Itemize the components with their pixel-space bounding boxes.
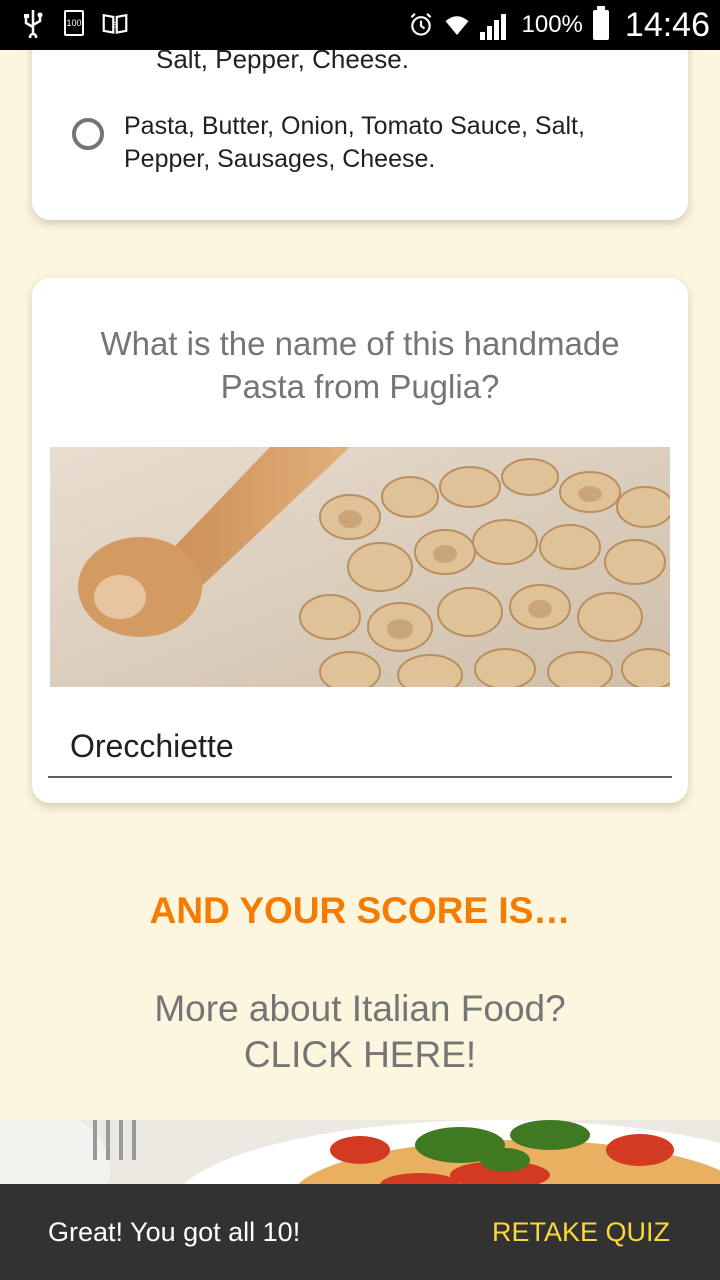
alarm-icon <box>408 10 434 40</box>
question-card: What is the name of this handmade Pasta … <box>32 278 688 803</box>
answer-value[interactable]: Orecchiette <box>70 728 234 765</box>
previous-question-card: Salt, Pepper, Cheese. Pasta, Butter, Oni… <box>32 20 688 220</box>
orecchiette-pasta-image <box>50 447 670 687</box>
snackbar-message: Great! You got all 10! <box>48 1217 301 1247</box>
battery-icon <box>592 6 609 40</box>
clock: 14:46 <box>624 5 710 44</box>
question-text: What is the name of this handmade Pasta … <box>100 325 620 405</box>
more-about-link-line1[interactable]: More about Italian Food? <box>0 986 720 1032</box>
radio-button[interactable] <box>72 118 104 150</box>
usb-icon <box>20 8 46 38</box>
status-bar: 100 a 100% 14:46 <box>0 0 720 50</box>
amazon-books-icon: a <box>102 8 128 38</box>
wifi-icon <box>444 10 470 40</box>
answer-input[interactable]: Orecchiette <box>48 708 672 778</box>
retake-quiz-button[interactable]: RETAKE QUIZ <box>492 1217 670 1248</box>
score-heading: AND YOUR SCORE IS… <box>149 890 571 931</box>
signal-icon <box>479 10 512 40</box>
more-about-link[interactable]: More about Italian Food? CLICK HERE! <box>0 986 720 1078</box>
battery-percent: 100% <box>521 11 583 38</box>
option-label: Pasta, Butter, Onion, Tomato Sauce, Salt… <box>124 112 585 173</box>
answer-option[interactable]: Pasta, Butter, Onion, Tomato Sauce, Salt… <box>72 110 664 176</box>
more-about-link-line2[interactable]: CLICK HERE! <box>0 1032 720 1078</box>
battery-100-icon: 100 <box>64 10 84 36</box>
svg-text:a: a <box>112 19 118 30</box>
snackbar: Great! You got all 10! RETAKE QUIZ <box>0 1184 720 1280</box>
